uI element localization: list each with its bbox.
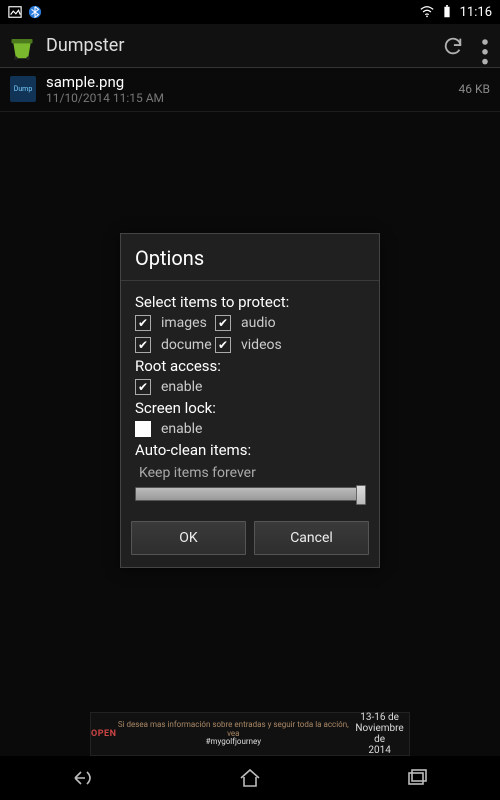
navigation-bar (0, 756, 500, 800)
options-dialog: Options Select items to protect: images … (120, 233, 380, 568)
protect-label: Select items to protect: (135, 293, 365, 311)
app-icon (8, 32, 36, 60)
checkmark-icon (135, 337, 151, 353)
ad-banner[interactable]: OPEN Si desea mas información sobre entr… (90, 712, 410, 756)
recents-button[interactable] (403, 764, 431, 792)
action-bar: Dumpster (0, 24, 500, 68)
file-name: sample.png (46, 74, 459, 91)
checkbox-images[interactable]: images (135, 315, 215, 331)
battery-icon (440, 5, 454, 19)
checkbox-documents[interactable]: docume (135, 337, 215, 353)
ad-text: Si desea mas información sobre entradas … (116, 721, 350, 747)
slider-thumb[interactable] (356, 485, 366, 505)
ok-button[interactable]: OK (131, 521, 246, 555)
checkmark-icon (215, 315, 231, 331)
image-notif-icon (8, 5, 22, 19)
autoclean-value: Keep items forever (139, 465, 365, 481)
overflow-menu-icon[interactable] (478, 35, 492, 57)
status-bar: 11:16 (0, 0, 500, 24)
file-thumbnail: Dump (10, 76, 36, 102)
screenlock-label: Screen lock: (135, 399, 365, 417)
checkbox-screenlock-enable[interactable]: enable (135, 421, 202, 437)
list-item[interactable]: Dump sample.png 11/10/2014 11:15 AM 46 K… (0, 68, 500, 112)
root-label: Root access: (135, 357, 365, 375)
file-date: 11/10/2014 11:15 AM (46, 91, 459, 105)
autoclean-slider[interactable] (135, 487, 365, 501)
checkbox-root-enable[interactable]: enable (135, 379, 202, 395)
checkbox-audio[interactable]: audio (215, 315, 295, 331)
dialog-title: Options (121, 234, 379, 281)
ad-date: 13-16 de Noviembre de 2014 (350, 712, 409, 756)
checkbox-videos[interactable]: videos (215, 337, 295, 353)
modal-overlay: Options Select items to protect: images … (0, 0, 500, 800)
home-button[interactable] (236, 764, 264, 792)
refresh-icon[interactable] (442, 35, 464, 57)
file-size: 46 KB (459, 82, 490, 96)
back-button[interactable] (69, 764, 97, 792)
checkbox-empty-icon (135, 421, 151, 437)
autoclean-label: Auto-clean items: (135, 441, 365, 459)
checkmark-icon (215, 337, 231, 353)
ad-brand: OPEN (91, 729, 116, 739)
cancel-button[interactable]: Cancel (254, 521, 369, 555)
checkmark-icon (135, 315, 151, 331)
checkmark-icon (135, 379, 151, 395)
wifi-icon (420, 5, 434, 19)
app-title: Dumpster (46, 35, 442, 56)
bluetooth-icon (28, 5, 42, 19)
status-time: 11:16 (460, 5, 492, 20)
